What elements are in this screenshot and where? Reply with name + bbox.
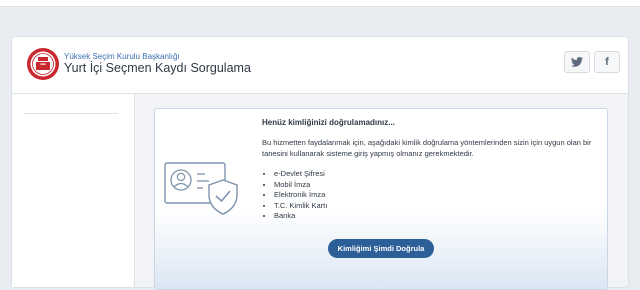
verify-identity-button[interactable]: Kimliğimi Şimdi Doğrula — [328, 239, 434, 258]
twitter-icon — [571, 57, 583, 67]
list-item-kimlik-karti: T.C. Kimlik Kartı — [274, 201, 327, 212]
cropped-nav-links — [12, 0, 222, 2]
ysk-logo-icon — [27, 48, 59, 80]
facebook-icon: f — [605, 56, 609, 68]
sidebar — [12, 94, 135, 287]
verification-methods-list: e-Devlet Şifresi Mobil İmza Elektronik İ… — [262, 169, 327, 222]
page-header: Yüksek Seçim Kurulu Başkanlığı Yurt İçi … — [12, 37, 628, 94]
sidebar-divider — [24, 113, 118, 114]
top-nav-strip — [0, 0, 640, 7]
list-item-edevlet: e-Devlet Şifresi — [274, 169, 327, 180]
verification-heading: Henüz kimliğinizi doğrulamadınız... — [262, 118, 395, 127]
facebook-share-button[interactable]: f — [594, 51, 620, 73]
main-card: Yüksek Seçim Kurulu Başkanlığı Yurt İçi … — [11, 36, 629, 290]
verification-description: Bu hizmetten faydalanmak için, aşağıdaki… — [262, 138, 592, 158]
list-item-mobil-imza: Mobil İmza — [274, 180, 327, 191]
list-item-banka: Banka — [274, 211, 327, 222]
page-title: Yurt İçi Seçmen Kaydı Sorgulama — [64, 61, 251, 75]
verification-panel: Henüz kimliğinizi doğrulamadınız... Bu h… — [154, 108, 608, 290]
twitter-share-button[interactable] — [564, 51, 590, 73]
id-card-shield-icon — [164, 162, 238, 215]
organization-name: Yüksek Seçim Kurulu Başkanlığı — [64, 52, 180, 61]
list-item-elektronik-imza: Elektronik İmza — [274, 190, 327, 201]
